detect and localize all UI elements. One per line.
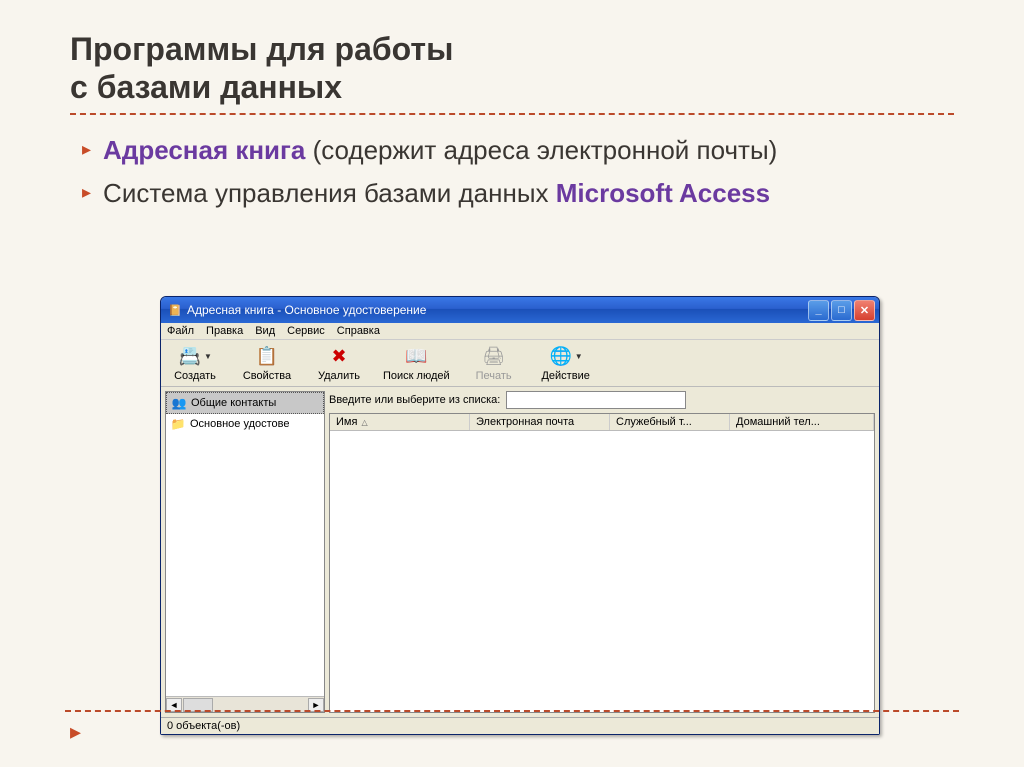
- col-work-phone[interactable]: Служебный т...: [610, 414, 730, 430]
- right-pane: Введите или выберите из списка: Имя △ Эл…: [329, 387, 879, 717]
- tree-item-shared-contacts[interactable]: 👥 Общие контакты: [166, 392, 324, 414]
- delete-label: Удалить: [318, 370, 360, 382]
- tree-item-main-id[interactable]: 📁 Основное удостове: [166, 414, 324, 434]
- bullet-rest: (содержит адреса электронной почты): [305, 135, 777, 165]
- properties-icon: 📋: [255, 344, 279, 368]
- search-row: Введите или выберите из списка:: [329, 391, 875, 409]
- bullet-emph: Microsoft Access: [556, 178, 770, 208]
- footer-separator: [65, 710, 959, 712]
- folder-icon: 📁: [170, 416, 186, 432]
- maximize-button[interactable]: □: [831, 300, 852, 321]
- action-label: Действие: [541, 370, 589, 382]
- dropdown-arrow-icon: ▼: [575, 352, 583, 361]
- close-button[interactable]: ✕: [854, 300, 875, 321]
- tree-label: Общие контакты: [191, 397, 276, 409]
- list-header: Имя △ Электронная почта Служебный т... Д…: [330, 414, 874, 431]
- delete-icon: ✖: [327, 344, 351, 368]
- create-button[interactable]: 📇▼ Создать: [167, 344, 223, 382]
- print-label: Печать: [476, 370, 512, 382]
- window-title: Адресная книга - Основное удостоверение: [187, 303, 808, 317]
- col-email[interactable]: Электронная почта: [470, 414, 610, 430]
- search-label: Введите или выберите из списка:: [329, 394, 500, 406]
- bullet-marker-icon: ▸: [82, 182, 91, 203]
- slide-title: Программы для работы с базами данных: [70, 30, 954, 107]
- find-label: Поиск людей: [383, 370, 450, 382]
- bullet-1: ▸ Адресная книга (содержит адреса электр…: [82, 133, 954, 168]
- bullet-2: ▸ Система управления базами данных Micro…: [82, 176, 954, 211]
- col-name-label: Имя: [336, 416, 357, 428]
- title-underline: [70, 113, 954, 115]
- properties-button[interactable]: 📋 Свойства: [239, 344, 295, 382]
- body-area: 👥 Общие контакты 📁 Основное удостове ◄ ►…: [161, 387, 879, 717]
- delete-button[interactable]: ✖ Удалить: [311, 344, 367, 382]
- menubar: Файл Правка Вид Сервис Справка: [161, 323, 879, 340]
- find-people-button[interactable]: 📖 Поиск людей: [383, 344, 450, 382]
- statusbar: 0 объекта(-ов): [161, 717, 879, 734]
- sort-asc-icon: △: [361, 418, 367, 427]
- col-home-phone[interactable]: Домашний тел...: [730, 414, 874, 430]
- bullet-text: Адресная книга (содержит адреса электрон…: [103, 133, 777, 168]
- menu-tools[interactable]: Сервис: [287, 325, 325, 337]
- properties-label: Свойства: [243, 370, 291, 382]
- action-button[interactable]: 🌐▼ Действие: [538, 344, 594, 382]
- contacts-icon: 👥: [171, 395, 187, 411]
- tree-label: Основное удостове: [190, 418, 290, 430]
- create-label: Создать: [174, 370, 216, 382]
- window-controls: _ □ ✕: [808, 300, 875, 321]
- book-icon: 📔: [167, 302, 183, 318]
- titlebar[interactable]: 📔 Адресная книга - Основное удостоверени…: [161, 297, 879, 323]
- footer-marker-icon: ▸: [70, 719, 81, 745]
- menu-help[interactable]: Справка: [337, 325, 380, 337]
- title-line-2: с базами данных: [70, 69, 342, 105]
- card-icon: 📇: [178, 344, 202, 368]
- print-icon: 🖨: [482, 344, 506, 368]
- dropdown-arrow-icon: ▼: [204, 352, 212, 361]
- col-name[interactable]: Имя △: [330, 414, 470, 430]
- bullet-plain: Система управления базами данных: [103, 178, 556, 208]
- bullet-emph: Адресная книга: [103, 135, 305, 165]
- title-line-1: Программы для работы: [70, 31, 453, 67]
- minimize-button[interactable]: _: [808, 300, 829, 321]
- menu-view[interactable]: Вид: [255, 325, 275, 337]
- folder-tree[interactable]: 👥 Общие контакты 📁 Основное удостове ◄ ►: [165, 391, 325, 713]
- bullet-marker-icon: ▸: [82, 139, 91, 160]
- menu-edit[interactable]: Правка: [206, 325, 243, 337]
- toolbar: 📇▼ Создать 📋 Свойства ✖ Удалить 📖 Поиск …: [161, 340, 879, 387]
- globe-icon: 🌐: [549, 344, 573, 368]
- print-button[interactable]: 🖨 Печать: [466, 344, 522, 382]
- search-input[interactable]: [506, 391, 686, 409]
- contact-list[interactable]: Имя △ Электронная почта Служебный т... Д…: [329, 413, 875, 713]
- address-book-window: 📔 Адресная книга - Основное удостоверени…: [160, 296, 880, 735]
- find-icon: 📖: [404, 344, 428, 368]
- status-text: 0 объекта(-ов): [167, 720, 240, 732]
- menu-file[interactable]: Файл: [167, 325, 194, 337]
- bullet-text: Система управления базами данных Microso…: [103, 176, 770, 211]
